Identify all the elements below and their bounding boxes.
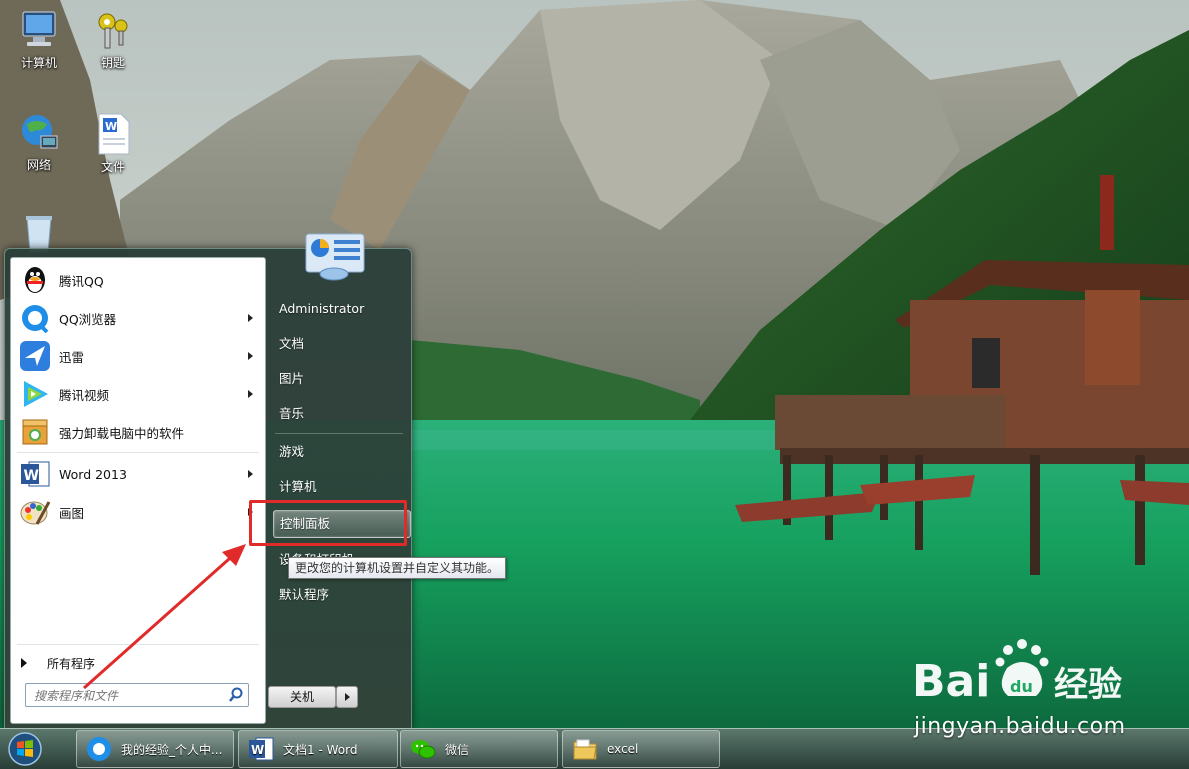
svg-text:Bai: Bai [912, 656, 990, 707]
program-item-tencent-qq[interactable]: 腾讯QQ [13, 262, 263, 298]
desktop-icon-network[interactable]: 网络 [4, 110, 74, 173]
desktop-icon-label: 网络 [26, 158, 51, 172]
place-item-documents[interactable]: 文档 [273, 331, 409, 357]
program-label: 画图 [59, 505, 85, 521]
qq-browser-icon [19, 302, 51, 334]
place-item-music[interactable]: 音乐 [273, 401, 409, 427]
qq-browser-icon [85, 735, 113, 763]
submenu-arrow-icon [248, 314, 253, 322]
taskbar-item-browser[interactable]: 我的经验_个人中... [76, 730, 234, 768]
svg-text:经验: 经验 [1054, 665, 1122, 705]
shutdown-options-button[interactable] [336, 686, 358, 708]
place-item-pictures[interactable]: 图片 [273, 366, 409, 392]
svg-text:W: W [105, 120, 117, 133]
search-icon[interactable] [228, 687, 244, 703]
qq-penguin-icon [19, 264, 51, 296]
taskbar-item-label: excel [607, 742, 639, 756]
svg-text:du: du [1010, 677, 1033, 696]
key-icon [91, 8, 135, 52]
places-divider [275, 433, 403, 434]
taskbar-item-excel-folder[interactable]: excel [562, 730, 720, 768]
submenu-arrow-icon [248, 470, 253, 478]
start-menu: 腾讯QQ QQ浏览器 迅雷 腾讯视频 强力卸载电脑中的软件 W Word 201… [4, 248, 412, 730]
program-label: 强力卸载电脑中的软件 [59, 425, 185, 441]
program-item-paint[interactable]: 画图 [13, 494, 263, 530]
all-programs-button[interactable]: 所有程序 [21, 652, 95, 674]
start-search-box[interactable] [25, 683, 249, 707]
place-item-games[interactable]: 游戏 [273, 439, 409, 465]
word-icon: W [19, 458, 51, 490]
tencent-video-icon [19, 378, 51, 410]
control-panel-icon [305, 233, 365, 281]
program-item-xunlei[interactable]: 迅雷 [13, 338, 263, 374]
computer-icon [17, 8, 61, 52]
desktop-icon-label: 钥匙 [100, 56, 125, 70]
taskbar-item-wechat[interactable]: 微信 [400, 730, 558, 768]
program-label: 迅雷 [59, 349, 85, 365]
program-label: 腾讯视频 [59, 387, 110, 403]
svg-text:W: W [24, 468, 39, 484]
baidu-jingyan-watermark: Bai du 经验 jingyan.baidu.com [912, 634, 1182, 744]
program-item-word-2013[interactable]: W Word 2013 [13, 456, 263, 492]
desktop-icon-file[interactable]: W 文件 [78, 112, 148, 175]
taskbar-item-label: 我的经验_个人中... [121, 742, 223, 757]
program-item-uninstaller[interactable]: 强力卸载电脑中的软件 [13, 414, 263, 450]
desktop-icon-keys[interactable]: 钥匙 [78, 8, 148, 71]
start-orb-icon[interactable] [6, 731, 44, 767]
svg-text:W: W [251, 743, 264, 757]
desktop-icon-label: 计算机 [20, 56, 57, 70]
word-document-icon: W [91, 112, 135, 156]
start-menu-places-pane: Administrator 文档 图片 音乐 游戏 计算机 控制面板 设备和打印… [267, 249, 411, 729]
desktop-icon-computer[interactable]: 计算机 [4, 8, 74, 71]
taskbar-item-label: 微信 [445, 742, 470, 757]
xunlei-icon [19, 340, 51, 372]
program-item-qq-browser[interactable]: QQ浏览器 [13, 300, 263, 336]
place-item-computer[interactable]: 计算机 [273, 474, 409, 500]
program-label: QQ浏览器 [59, 311, 117, 327]
program-item-tencent-video[interactable]: 腾讯视频 [13, 376, 263, 412]
all-programs-divider [17, 644, 259, 645]
network-icon [17, 110, 61, 154]
programs-divider [17, 452, 259, 453]
annotation-highlight-box [249, 500, 407, 546]
word-icon: W [247, 735, 275, 763]
shutdown-button[interactable]: 关机 [268, 686, 336, 708]
all-programs-label: 所有程序 [47, 656, 96, 671]
program-label: Word 2013 [59, 466, 127, 482]
all-programs-arrow-icon [21, 658, 27, 668]
submenu-arrow-icon [248, 352, 253, 360]
paint-palette-icon [19, 496, 51, 528]
submenu-arrow-icon [248, 390, 253, 398]
search-input[interactable] [32, 686, 226, 706]
place-item-administrator[interactable]: Administrator [273, 296, 409, 322]
place-item-default-programs[interactable]: 默认程序 [273, 582, 409, 608]
uninstaller-box-icon [19, 416, 51, 448]
folder-icon [571, 735, 599, 763]
program-label: 腾讯QQ [59, 273, 104, 289]
taskbar-item-label: 文档1 - Word [283, 742, 358, 757]
taskbar-item-word[interactable]: W 文档1 - Word [238, 730, 398, 768]
control-panel-tooltip: 更改您的计算机设置并自定义其功能。 [288, 557, 507, 579]
watermark-url: jingyan.baidu.com [914, 714, 1126, 739]
desktop-icon-label: 文件 [100, 160, 125, 174]
start-menu-programs-pane: 腾讯QQ QQ浏览器 迅雷 腾讯视频 强力卸载电脑中的软件 W Word 201… [10, 257, 266, 724]
baidu-logo-icon: Bai du 经验 [912, 639, 1122, 707]
wechat-icon [409, 735, 437, 763]
